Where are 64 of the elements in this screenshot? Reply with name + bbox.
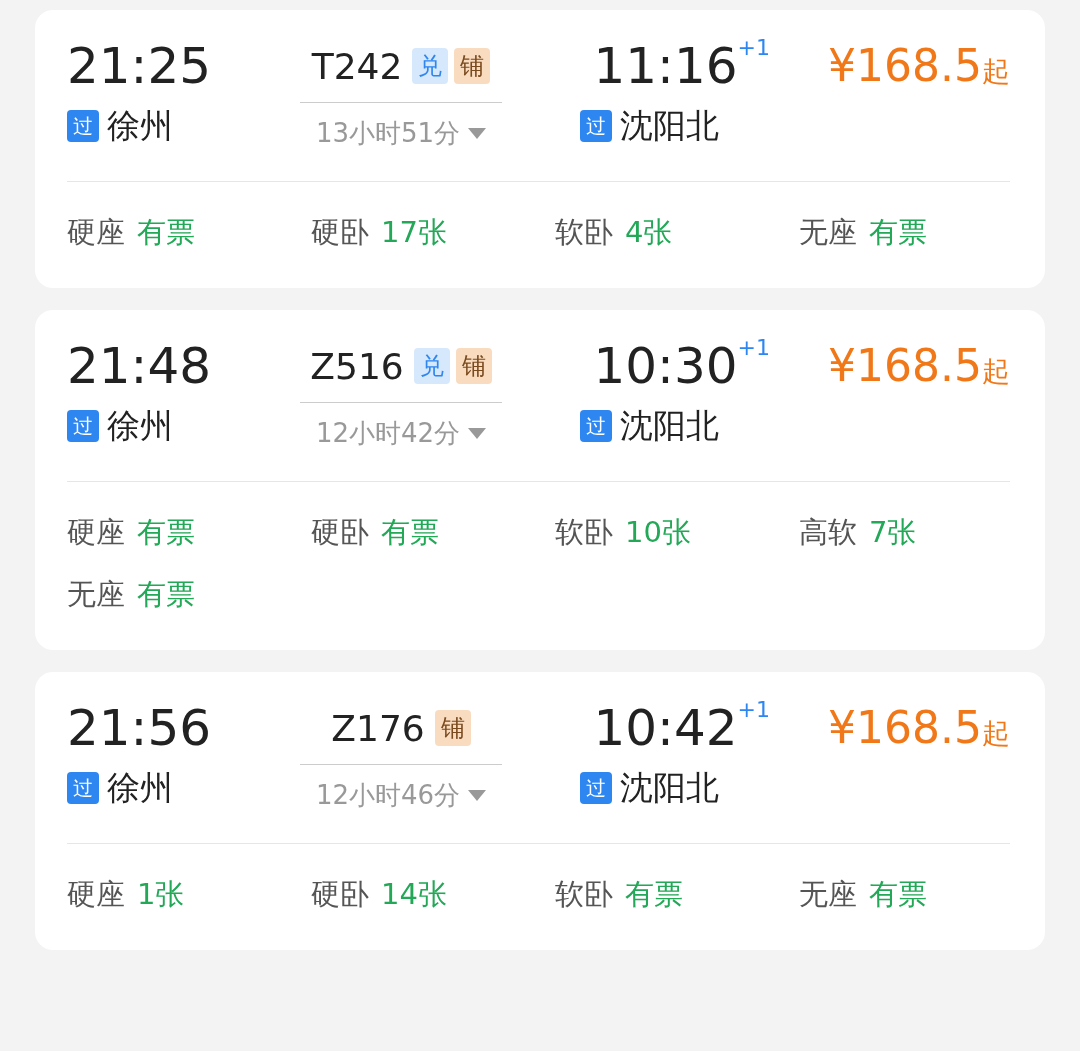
arrival-time: 10:42 <box>593 698 738 759</box>
station-name: 徐州 <box>107 767 173 809</box>
train-tag: 兑 <box>412 48 449 84</box>
seat-type: 软卧 <box>555 514 613 551</box>
arrival-time: 11:16 <box>593 36 738 97</box>
price-suffix: 起 <box>982 54 1010 90</box>
seat-type: 硬卧 <box>311 214 369 251</box>
seat-type: 软卧 <box>555 214 613 251</box>
caret-icon <box>468 427 487 439</box>
seat-availability: 有票 <box>625 876 683 913</box>
price: ¥168.5 <box>828 701 982 755</box>
pass-badge: 过 <box>580 410 612 442</box>
seat-availability: 1张 <box>137 876 185 913</box>
seat-availability: 有票 <box>137 576 195 613</box>
train-tag: 铺 <box>434 710 471 746</box>
caret-icon <box>468 789 487 801</box>
seat-availability: 有票 <box>137 514 195 551</box>
seat-type: 硬卧 <box>311 514 369 551</box>
seat-availability: 10张 <box>625 514 691 551</box>
seat-availability: 有票 <box>381 514 439 551</box>
train-number: Z516 <box>310 345 404 387</box>
price: ¥168.5 <box>828 339 982 393</box>
departure-time: 21:48 <box>67 336 213 397</box>
price-suffix: 起 <box>982 354 1010 390</box>
seat-type: 无座 <box>67 576 125 613</box>
station-name: 沈阳北 <box>620 405 719 447</box>
departure-time: 21:56 <box>67 698 213 759</box>
price: ¥168.5 <box>828 39 982 93</box>
station-name: 徐州 <box>107 405 173 447</box>
price-suffix: 起 <box>982 716 1010 752</box>
day-offset: +1 <box>737 34 770 62</box>
seat-availability: 17张 <box>381 214 447 251</box>
arrival-time: 10:30 <box>593 336 738 397</box>
pass-badge: 过 <box>67 410 99 442</box>
seat-availability: 4张 <box>625 214 673 251</box>
train-number: Z176 <box>331 707 425 749</box>
pass-badge: 过 <box>67 110 99 142</box>
seat-availability: 7张 <box>869 514 917 551</box>
seat-type: 硬卧 <box>311 876 369 913</box>
seat-type: 硬座 <box>67 876 125 913</box>
seat-type: 无座 <box>799 876 857 913</box>
pass-badge: 过 <box>580 772 612 804</box>
pass-badge: 过 <box>67 772 99 804</box>
seat-availability: 有票 <box>137 214 195 251</box>
day-offset: +1 <box>737 696 770 724</box>
caret-icon <box>468 127 487 139</box>
departure-time: 21:25 <box>67 36 213 97</box>
train-number: T242 <box>311 45 403 87</box>
station-name: 沈阳北 <box>620 767 719 809</box>
station-name: 沈阳北 <box>620 105 719 147</box>
seat-availability: 14张 <box>381 876 447 913</box>
seat-availability: 有票 <box>869 876 927 913</box>
day-offset: +1 <box>737 334 770 362</box>
train-tag: 铺 <box>454 48 491 84</box>
pass-badge: 过 <box>580 110 612 142</box>
seat-type: 硬座 <box>67 214 125 251</box>
station-name: 徐州 <box>107 105 173 147</box>
seat-type: 无座 <box>799 214 857 251</box>
train-tag: 兑 <box>413 348 450 384</box>
seat-type: 软卧 <box>555 876 613 913</box>
train-tag: 铺 <box>455 348 492 384</box>
seat-type: 高软 <box>799 514 857 551</box>
seat-availability: 有票 <box>869 214 927 251</box>
seat-type: 硬座 <box>67 514 125 551</box>
